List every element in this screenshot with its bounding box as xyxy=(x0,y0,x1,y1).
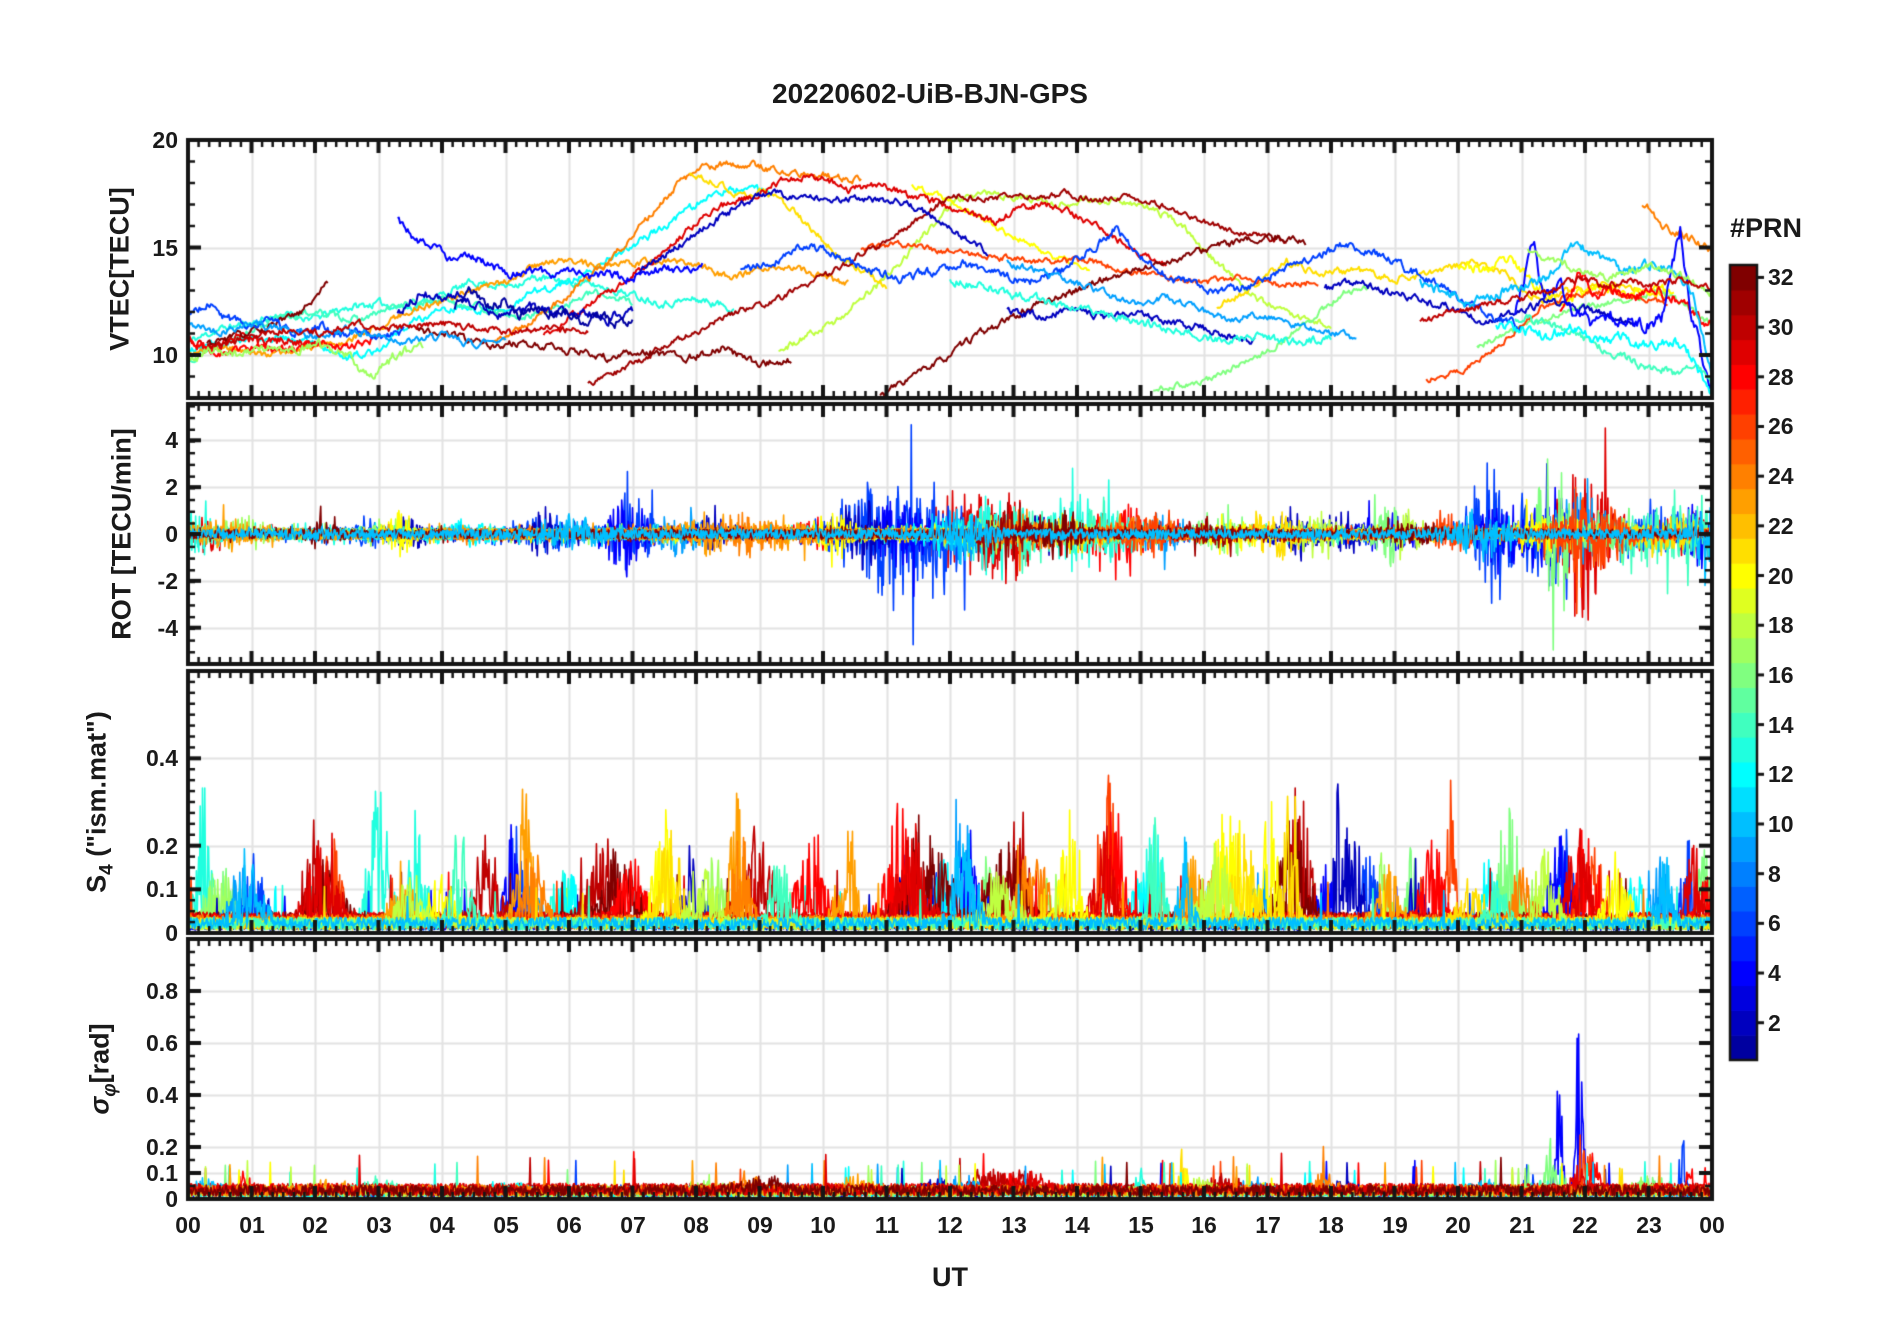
y-tick-label-VTEC: 15 xyxy=(152,235,178,261)
x-tick-label: 15 xyxy=(1128,1212,1154,1238)
y-tick-label-ROT: 4 xyxy=(165,427,178,453)
x-tick-label: 02 xyxy=(302,1212,328,1238)
colorbar-tick-label: 20 xyxy=(1768,563,1794,589)
y-axis-label-vtec: VTEC[TECU] xyxy=(104,187,135,351)
x-tick-label: 01 xyxy=(239,1212,265,1238)
y-axis-label-s4: S4 ("ism.mat") xyxy=(81,711,118,893)
plot-canvas xyxy=(0,0,1902,1330)
x-tick-label: 07 xyxy=(620,1212,646,1238)
y-tick-label-VTEC: 10 xyxy=(152,342,178,368)
y-tick-label-ROT: -2 xyxy=(157,568,178,594)
x-tick-label: 00 xyxy=(175,1212,201,1238)
x-tick-label: 10 xyxy=(810,1212,836,1238)
colorbar-tick-label: 16 xyxy=(1768,662,1794,688)
x-tick-label: 18 xyxy=(1318,1212,1344,1238)
x-tick-label: 06 xyxy=(556,1212,582,1238)
y-tick-label-VTEC: 20 xyxy=(152,127,178,153)
x-tick-label: 08 xyxy=(683,1212,709,1238)
y-tick-label-sigma_phi: 0 xyxy=(165,1186,178,1212)
y-tick-label-S4: 0.1 xyxy=(146,876,178,902)
x-tick-label: 04 xyxy=(429,1212,455,1238)
y-tick-label-sigma_phi: 0.6 xyxy=(146,1030,178,1056)
x-tick-label: 22 xyxy=(1572,1212,1598,1238)
colorbar-tick-label: 26 xyxy=(1768,413,1794,439)
y-tick-label-S4: 0.4 xyxy=(146,745,178,771)
y-tick-label-S4: 0 xyxy=(165,920,178,946)
colorbar-tick-label: 4 xyxy=(1768,960,1781,986)
figure: 20220602-UiB-BJN-GPS VTEC[TECU] ROT [TEC… xyxy=(0,0,1902,1330)
x-tick-label: 05 xyxy=(493,1212,519,1238)
y-tick-label-S4: 0.2 xyxy=(146,833,178,859)
y-tick-label-sigma_phi: 0.8 xyxy=(146,978,178,1004)
colorbar-tick-label: 12 xyxy=(1768,761,1794,787)
x-tick-label: 11 xyxy=(874,1212,900,1238)
y-tick-label-sigma_phi: 0.1 xyxy=(146,1160,178,1186)
x-tick-label: 20 xyxy=(1445,1212,1471,1238)
x-tick-label: 19 xyxy=(1382,1212,1408,1238)
x-tick-label: 23 xyxy=(1636,1212,1662,1238)
y-tick-label-ROT: 0 xyxy=(165,521,178,547)
x-tick-label: 03 xyxy=(366,1212,392,1238)
colorbar-tick-label: 30 xyxy=(1768,314,1794,340)
colorbar-tick-label: 8 xyxy=(1768,861,1781,887)
x-tick-label: 09 xyxy=(747,1212,773,1238)
y-tick-label-ROT: 2 xyxy=(165,474,178,500)
colorbar-tick-label: 14 xyxy=(1768,712,1794,738)
colorbar-tick-label: 6 xyxy=(1768,910,1781,936)
x-axis-label: UT xyxy=(932,1262,968,1292)
x-tick-label: 00 xyxy=(1699,1212,1725,1238)
y-tick-label-sigma_phi: 0.4 xyxy=(146,1082,178,1108)
colorbar-tick-label: 22 xyxy=(1768,513,1794,539)
x-tick-label: 12 xyxy=(937,1212,963,1238)
colorbar-tick-label: 32 xyxy=(1768,264,1794,290)
x-tick-label: 13 xyxy=(1001,1212,1027,1238)
y-tick-label-ROT: -4 xyxy=(157,615,178,641)
x-tick-label: 16 xyxy=(1191,1212,1217,1238)
x-tick-label: 21 xyxy=(1509,1212,1535,1238)
colorbar-tick-label: 18 xyxy=(1768,612,1794,638)
x-tick-label: 17 xyxy=(1255,1212,1281,1238)
colorbar-tick-label: 28 xyxy=(1768,364,1794,390)
x-tick-label: 14 xyxy=(1064,1212,1090,1238)
colorbar-tick-label: 2 xyxy=(1768,1010,1781,1036)
colorbar-tick-label: 24 xyxy=(1768,463,1794,489)
colorbar-tick-label: 10 xyxy=(1768,811,1794,837)
colorbar-title: #PRN xyxy=(1729,213,1803,243)
y-tick-label-sigma_phi: 0.2 xyxy=(146,1134,178,1160)
chart-title: 20220602-UiB-BJN-GPS xyxy=(772,78,1088,109)
